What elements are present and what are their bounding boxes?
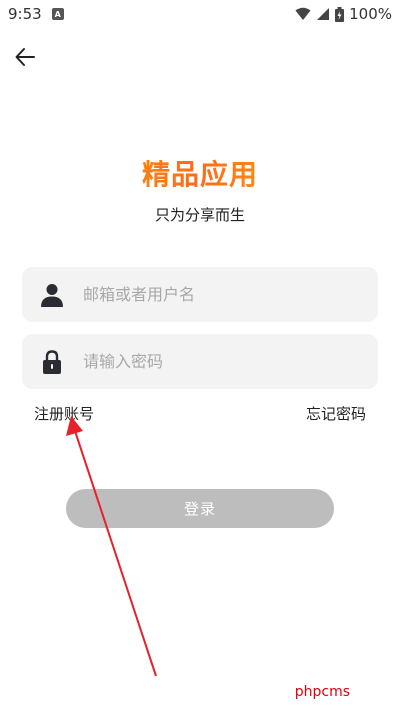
password-field[interactable]	[22, 334, 378, 389]
user-icon	[41, 283, 63, 307]
back-button[interactable]	[10, 42, 40, 72]
notification-icon: A	[51, 8, 64, 20]
password-input[interactable]	[83, 334, 378, 389]
status-right: 100%	[295, 5, 392, 23]
signal-icon	[317, 8, 330, 20]
status-time: 9:53	[8, 5, 42, 23]
battery-icon	[335, 6, 345, 22]
wifi-icon	[295, 7, 311, 20]
arrow-left-icon	[15, 48, 35, 66]
status-bar: 9:53 A 100%	[0, 0, 400, 28]
app-slogan: 只为分享而生	[154, 206, 245, 224]
forgot-password-link[interactable]: 忘记密码	[306, 403, 366, 424]
lock-icon	[41, 349, 63, 374]
username-field[interactable]	[22, 267, 378, 322]
notification-letter: A	[54, 9, 61, 19]
watermark: phpcms	[294, 684, 350, 700]
app-title: 精品应用	[0, 153, 400, 193]
username-input[interactable]	[83, 267, 378, 322]
register-link[interactable]: 注册账号	[34, 403, 94, 424]
battery-percent: 100%	[349, 5, 392, 23]
login-screen: 9:53 A 100% 精品应用 只为分享而生 邮箱或者用户名 注册账号 忘记密…	[0, 0, 400, 711]
login-button[interactable]: 登录	[66, 489, 334, 528]
status-left: 9:53 A	[8, 5, 64, 23]
